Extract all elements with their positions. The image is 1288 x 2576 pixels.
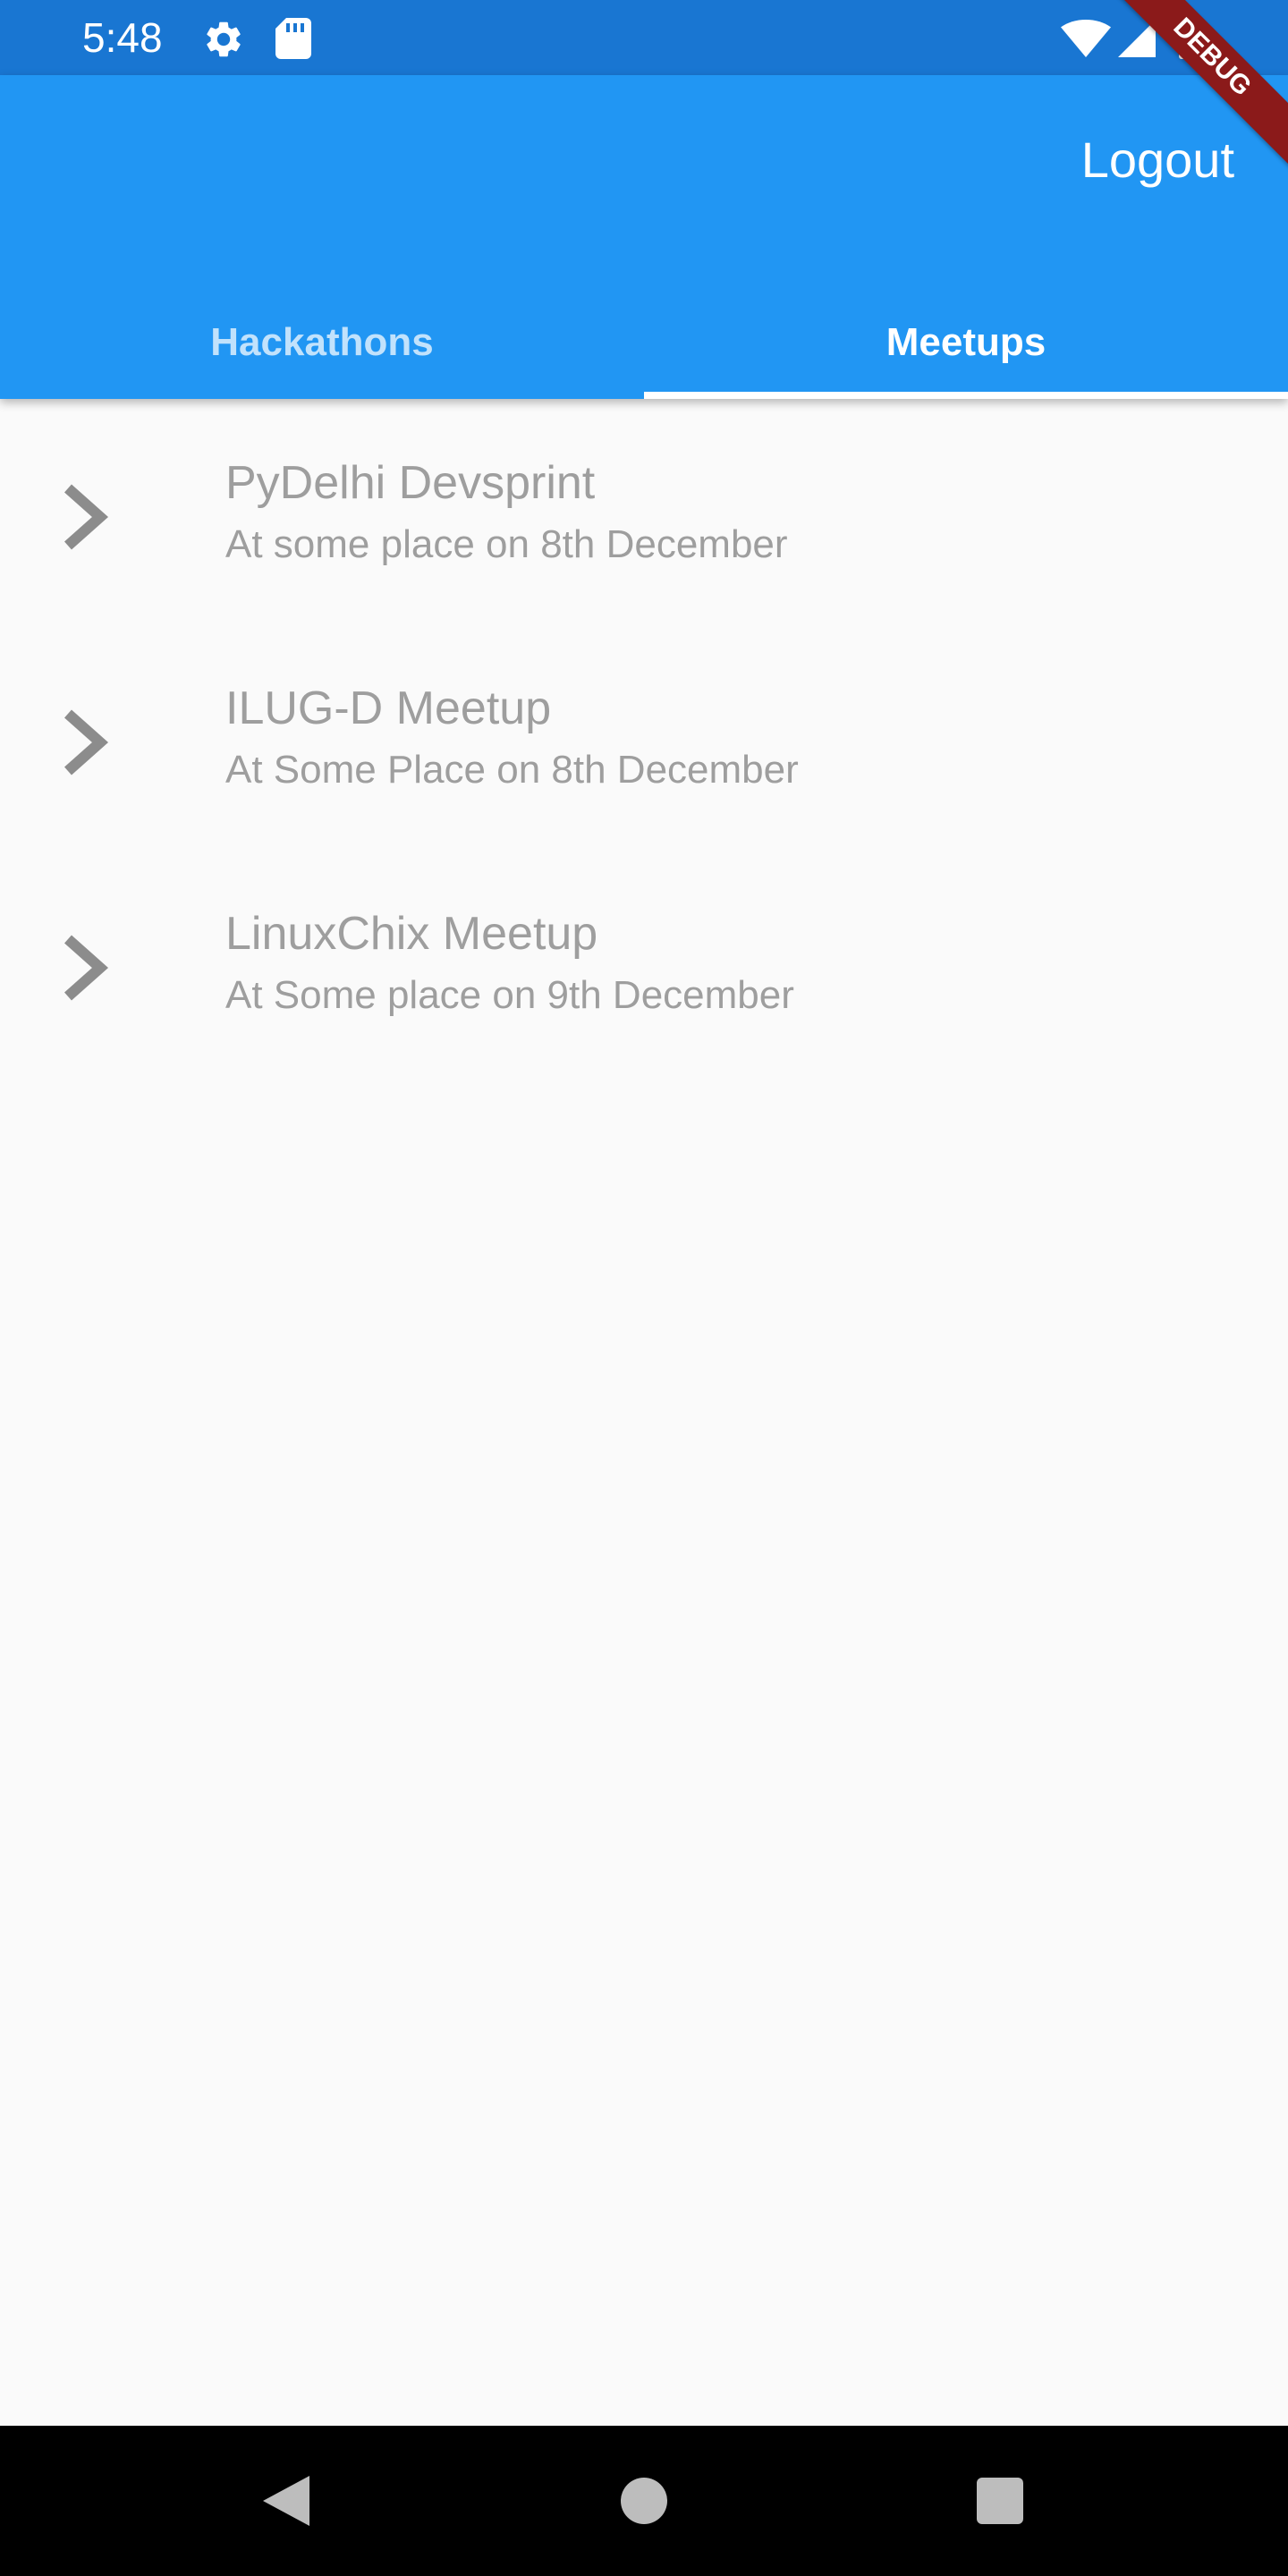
meetup-title: ILUG-D Meetup [225, 682, 552, 734]
screen: 5:48 DEBUG Logout Hackathons Meetups PyD… [0, 0, 1288, 2576]
chevron-right-icon [64, 935, 109, 1001]
sd-card-icon [275, 18, 311, 59]
navigation-bar [0, 2426, 1288, 2576]
back-icon[interactable] [259, 2472, 313, 2529]
recents-icon[interactable] [977, 2478, 1023, 2524]
tab-label: Hackathons [210, 320, 434, 364]
tab-indicator [644, 392, 1288, 399]
wifi-icon [1061, 20, 1111, 57]
list-item[interactable]: PyDelhi Devsprint At some place on 8th D… [0, 399, 1288, 624]
meetup-subtitle: At Some place on 9th December [225, 973, 794, 1017]
meetup-subtitle: At Some Place on 8th December [225, 748, 799, 792]
home-icon[interactable] [621, 2478, 667, 2524]
gear-icon [207, 21, 241, 57]
meetup-subtitle: At some place on 8th December [225, 522, 788, 566]
chevron-right-icon [64, 484, 109, 550]
status-bar: 5:48 [0, 0, 1288, 75]
tab-meetups[interactable]: Meetups [644, 286, 1288, 399]
chevron-right-icon [64, 709, 109, 775]
tab-bar: Hackathons Meetups [0, 286, 1288, 399]
logout-button[interactable]: Logout [1081, 131, 1234, 190]
meetup-title: PyDelhi Devsprint [225, 457, 596, 509]
tab-label: Meetups [886, 320, 1046, 364]
status-time: 5:48 [82, 14, 163, 61]
list-item[interactable]: ILUG-D Meetup At Some Place on 8th Decem… [0, 624, 1288, 850]
meetup-list: PyDelhi Devsprint At some place on 8th D… [0, 399, 1288, 1075]
list-item[interactable]: LinuxChix Meetup At Some place on 9th De… [0, 850, 1288, 1075]
tab-hackathons[interactable]: Hackathons [0, 286, 644, 399]
meetup-title: LinuxChix Meetup [225, 908, 598, 960]
app-bar: Logout Hackathons Meetups [0, 75, 1288, 399]
